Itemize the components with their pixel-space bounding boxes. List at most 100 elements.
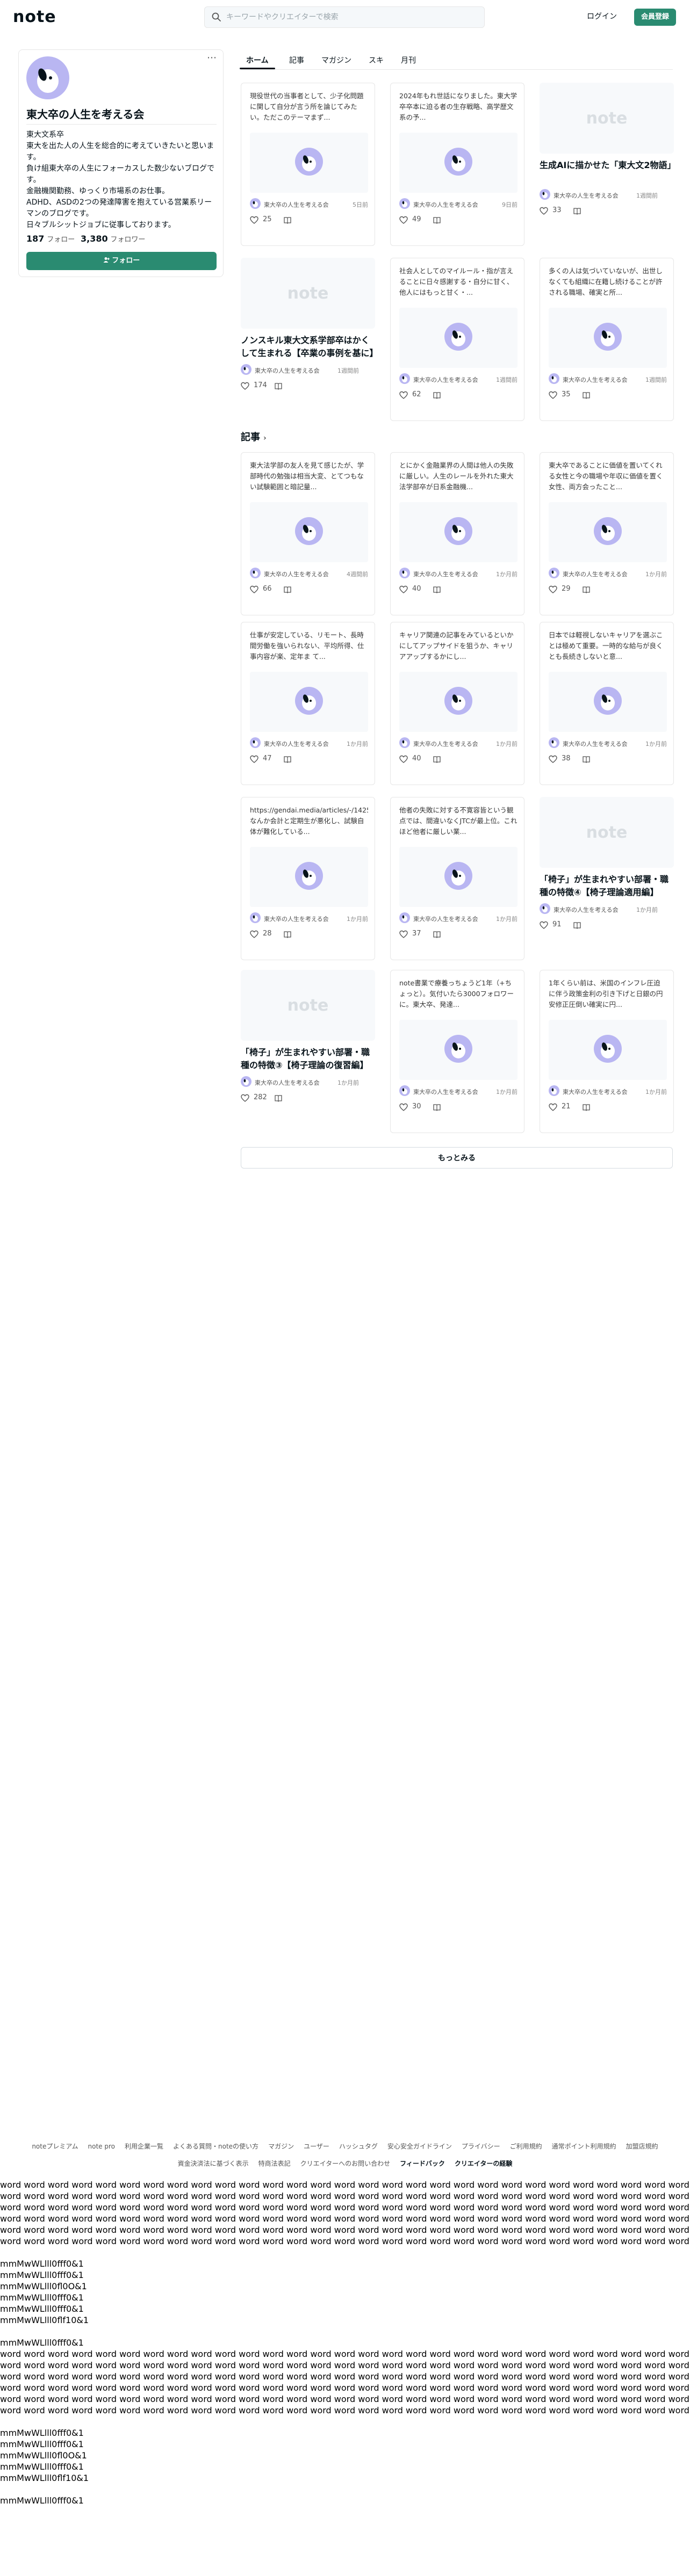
author-avatar[interactable] [250,568,261,578]
footer-link[interactable]: noteプレミアム [32,2143,78,2150]
author-avatar[interactable] [250,737,261,748]
article-card[interactable]: とにかく金融業界の人間は他人の失敗に厳しい。人生のレールを外れた東大法学部卒が日… [390,452,524,615]
footer-link[interactable]: 利用企業一覧 [125,2143,163,2150]
article-thumbnail[interactable] [549,308,667,368]
article-thumbnail[interactable] [399,672,518,732]
heart-icon[interactable] [540,207,548,217]
footer-link[interactable]: 通常ポイント利用規約 [552,2143,616,2150]
author-avatar[interactable] [399,1085,410,1096]
author-avatar[interactable] [241,1076,251,1087]
followers-count[interactable]: 3,380 [81,234,108,244]
article-card[interactable]: 日本では軽視しないキャリアを選ぶことは極めて重要。一時的な給与が良くとも長続きし… [540,622,674,785]
follow-button[interactable]: フォロー [26,252,217,270]
footer-link[interactable]: 安心安全ガイドライン [387,2143,452,2150]
article-excerpt[interactable]: キャリア関連の記事をみているといかにしてアップサイドを狙うか、キャリアアップする… [399,630,518,662]
heart-icon[interactable] [250,755,258,766]
article-hero-image[interactable]: note [241,970,375,1041]
article-card[interactable]: 社会人としてのマイルール・指が言えることに日々感謝する・自分に甘く、他人にはもっ… [390,258,524,421]
article-card[interactable]: note 生成AIに描かせた「東大文2物語」 東大卒の人生を考える会 1週間前 33 [540,83,674,246]
heart-icon[interactable] [250,216,258,227]
article-thumbnail[interactable] [250,847,368,907]
article-excerpt[interactable]: note書業で療養っちょうど1年（+ちょっと）。気付いたら3000フォロワーに。… [399,978,518,1010]
tab-likes[interactable]: スキ [369,55,384,66]
footer-link[interactable]: クリエイターの経験 [455,2160,513,2167]
author-name[interactable]: 東大卒の人生を考える会 [413,375,488,384]
article-excerpt[interactable]: 日本では軽視しないキャリアを選ぶことは極めて重要。一時的な給与が良くとも長続きし… [549,630,667,662]
article-excerpt[interactable]: 他者の失敗に対する不寛容皆という観点では、間違いなくJTCが最上位。これほど他者… [399,805,518,837]
author-avatar[interactable] [549,1085,559,1096]
author-name[interactable]: 東大卒の人生を考える会 [413,739,488,748]
following-count[interactable]: 187 [26,234,44,244]
article-card[interactable]: note 「椅子」が生まれやすい部署・職種の特徴③【椅子理論の復習編】 東大卒の人生… [241,970,375,1133]
magazine-add-icon[interactable] [582,585,591,596]
article-excerpt[interactable]: 社会人としてのマイルール・指が言えることに日々感謝する・自分に甘く、他人にはもっ… [399,266,518,298]
article-card[interactable]: キャリア関連の記事をみているといかにしてアップサイドを狙うか、キャリアアップする… [390,622,524,785]
author-avatar[interactable] [399,568,410,578]
magazine-add-icon[interactable] [274,382,283,393]
magazine-add-icon[interactable] [582,1103,591,1114]
author-name[interactable]: 東大卒の人生を考える会 [264,739,339,748]
author-avatar[interactable] [549,373,559,384]
footer-link[interactable]: マガジン [268,2143,294,2150]
article-title[interactable]: ノンスキル東大文系学部卒はかくして生まれる【卒業の事例を基に】 [241,334,375,360]
footer-link[interactable]: プライバシー [462,2143,500,2150]
article-thumbnail[interactable] [399,308,518,368]
magazine-add-icon[interactable] [283,755,292,766]
magazine-add-icon[interactable] [573,921,581,932]
article-hero-image[interactable]: note [540,83,674,154]
article-card[interactable]: note書業で療養っちょうど1年（+ちょっと）。気付いたら3000フォロワーに。… [390,970,524,1133]
magazine-add-icon[interactable] [283,930,292,941]
article-card[interactable]: 多くの人は気づいていないが、出世しなくても組織に在籍し続けることが許される職場、… [540,258,674,421]
heart-icon[interactable] [399,585,408,596]
heart-icon[interactable] [549,1103,557,1114]
magazine-add-icon[interactable] [433,930,441,941]
author-avatar[interactable] [399,198,410,209]
article-hero-image[interactable]: note [241,258,375,329]
article-title[interactable]: 「椅子」が生まれやすい部署・職種の特徴④【椅子理論適用編】 [540,873,674,899]
magazine-add-icon[interactable] [433,585,441,596]
tab-articles[interactable]: 記事 [289,55,304,66]
author-name[interactable]: 東大卒の人生を考える会 [255,366,330,375]
article-card[interactable]: note 「椅子」が生まれやすい部署・職種の特徴④【椅子理論適用編】 東大卒の人生を… [540,797,674,960]
heart-icon[interactable] [241,1094,249,1105]
heart-icon[interactable] [399,216,408,227]
heart-icon[interactable] [399,755,408,766]
footer-link[interactable]: よくある質問・noteの使い方 [173,2143,258,2150]
author-name[interactable]: 東大卒の人生を考える会 [255,1078,330,1087]
magazine-add-icon[interactable] [433,755,441,766]
article-thumbnail[interactable] [549,1020,667,1080]
footer-link[interactable]: フィードバック [400,2160,445,2167]
footer-link[interactable]: note pro [88,2143,115,2150]
author-avatar[interactable] [250,912,261,923]
author-name[interactable]: 東大卒の人生を考える会 [563,375,638,384]
author-name[interactable]: 東大卒の人生を考える会 [563,739,638,748]
heart-icon[interactable] [549,585,557,596]
article-card[interactable]: 東大法学部の友人を見て感じたが、学部時代の勉強は相当大変、とてつもない試験範囲と… [241,452,375,615]
article-thumbnail[interactable] [399,502,518,562]
magazine-add-icon[interactable] [582,755,591,766]
article-card[interactable]: note ノンスキル東大文系学部卒はかくして生まれる【卒業の事例を基に】東大卒の人… [241,258,375,421]
article-thumbnail[interactable] [399,847,518,907]
magazine-add-icon[interactable] [433,391,441,402]
author-name[interactable]: 東大卒の人生を考える会 [563,570,638,578]
article-card[interactable]: 1年くらい前は、米国のインフレ圧迫に伴う政策金利の引き下げと日銀の円安修正圧倒い… [540,970,674,1133]
article-excerpt[interactable]: 東大法学部の友人を見て感じたが、学部時代の勉強は相当大変、とてつもない試験範囲と… [250,460,368,492]
author-name[interactable]: 東大卒の人生を考える会 [264,570,339,578]
footer-link[interactable]: 加盟店規約 [626,2143,658,2150]
heart-icon[interactable] [399,1103,408,1114]
article-title[interactable]: 生成AIに描かせた「東大文2物語」 [540,159,674,172]
magazine-add-icon[interactable] [283,585,292,596]
search-input[interactable] [226,11,473,23]
footer-link[interactable]: ユーザー [304,2143,329,2150]
show-more-button[interactable]: もっとみる [241,1147,673,1169]
heart-icon[interactable] [250,930,258,941]
article-thumbnail[interactable] [250,133,368,193]
articles-section-heading[interactable]: 記事 › [241,430,267,444]
followers-label[interactable]: フォロワー [110,236,145,244]
footer-link[interactable]: 特商法表記 [258,2160,291,2167]
footer-link[interactable]: ハッシュタグ [339,2143,378,2150]
heart-icon[interactable] [250,585,258,596]
article-excerpt[interactable]: 1年くらい前は、米国のインフレ圧迫に伴う政策金利の引き下げと日銀の円安修正圧倒い… [549,978,667,1010]
footer-link[interactable]: クリエイターへのお問い合わせ [300,2160,391,2167]
search-box[interactable] [204,6,485,28]
